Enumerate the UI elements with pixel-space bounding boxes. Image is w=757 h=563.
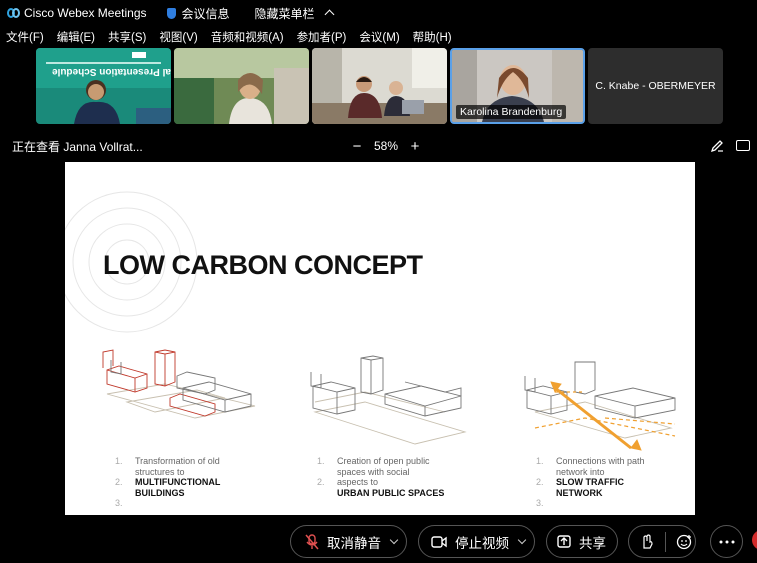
- zoom-in-button[interactable]: +: [408, 138, 422, 155]
- menu-edit[interactable]: 编辑(E): [57, 29, 95, 45]
- caption-text: Creation of open public: [337, 456, 430, 466]
- caption-keyword: SLOW TRAFFIC: [556, 477, 624, 487]
- video-tile-1[interactable]: Final Presentation Schedule: [36, 48, 171, 124]
- caption-keyword: URBAN PUBLIC SPACES: [337, 487, 445, 498]
- divider: [665, 531, 666, 552]
- raise-hand-icon[interactable]: [641, 534, 653, 549]
- caption-number: 3.: [115, 498, 123, 508]
- shared-slide: LOW CARBON CONCEPT 1. Transformation of …: [65, 162, 695, 515]
- unmute-label: 取消静音: [327, 535, 381, 551]
- annotate-pen-icon[interactable]: [710, 139, 724, 153]
- viewing-label: 正在查看 Janna Vollrat...: [12, 139, 143, 154]
- menu-file[interactable]: 文件(F): [6, 29, 44, 45]
- zoom-out-button[interactable]: −: [350, 138, 364, 155]
- caption-text: aspects to: [337, 477, 379, 487]
- caption-number: 1.: [317, 456, 325, 466]
- caption-text: spaces with social: [337, 466, 410, 477]
- video-tile-4[interactable]: Karolina Brandenburg: [450, 48, 585, 124]
- menu-audio-video[interactable]: 音频和视频(A): [211, 29, 284, 45]
- app-title: Cisco Webex Meetings: [24, 6, 147, 20]
- caption-keyword: BUILDINGS: [135, 487, 185, 498]
- caption-urban-public: 1. Creation of open public spaces with s…: [317, 456, 477, 498]
- meeting-toolbar: 取消静音 停止视频 共享: [0, 517, 757, 563]
- title-bar: Cisco Webex Meetings 会议信息 隐藏菜单栏: [0, 0, 757, 26]
- caption-number: 1.: [536, 456, 544, 466]
- caption-number: 2.: [317, 477, 325, 487]
- menu-meeting[interactable]: 会议(M): [359, 29, 399, 45]
- chevron-up-icon: [324, 9, 335, 19]
- menu-view[interactable]: 视图(V): [159, 29, 197, 45]
- video-feed-presenter: [36, 48, 171, 124]
- diagram-urban-public: [310, 355, 467, 445]
- video-feed-participant-3: [312, 48, 447, 124]
- slide-text-mirrored: Final Presentation Schedule: [52, 66, 171, 77]
- caption-number: 2.: [115, 477, 123, 487]
- menu-help[interactable]: 帮助(H): [413, 29, 452, 45]
- video-feed-participant-2: [174, 48, 309, 124]
- caption-keyword: MULTIFUNCTIONAL: [135, 477, 221, 487]
- chevron-down-icon[interactable]: [517, 535, 527, 545]
- menu-share[interactable]: 共享(S): [108, 29, 146, 45]
- stop-video-button[interactable]: 停止视频: [418, 525, 535, 558]
- reactions-group: [628, 525, 696, 558]
- more-options-button[interactable]: [710, 525, 743, 558]
- caption-text: structures to: [135, 466, 185, 477]
- caption-text: Connections with path: [556, 456, 645, 466]
- video-camera-icon: [431, 535, 447, 548]
- caption-slow-traffic: 1. Connections with path network into 2.…: [536, 456, 695, 508]
- menu-bar: 文件(F) 编辑(E) 共享(S) 视图(V) 音频和视频(A) 参加者(P) …: [0, 27, 757, 47]
- unmute-button[interactable]: 取消静音: [290, 525, 407, 558]
- video-strip: Final Presentation Schedule: [0, 47, 757, 125]
- shield-icon[interactable]: [166, 7, 176, 19]
- chevron-down-icon[interactable]: [389, 535, 399, 545]
- video-tile-2[interactable]: [174, 48, 309, 124]
- share-label: 共享: [579, 535, 606, 551]
- menu-participants[interactable]: 参加者(P): [297, 29, 347, 45]
- participant-name-karolina: Karolina Brandenburg: [456, 105, 567, 119]
- video-tile-5[interactable]: C. Knabe - OBERMEYER: [588, 48, 723, 124]
- caption-number: 1.: [115, 456, 123, 466]
- slide-title: LOW CARBON CONCEPT: [103, 250, 423, 280]
- share-button[interactable]: 共享: [546, 525, 618, 558]
- video-tile-3[interactable]: [312, 48, 447, 124]
- zoom-control: − 58% +: [350, 138, 422, 155]
- caption-number: 3.: [536, 498, 544, 508]
- caption-text: network into: [556, 466, 605, 477]
- mic-muted-icon: [305, 533, 319, 549]
- zoom-level[interactable]: 58%: [374, 139, 398, 153]
- diagram-multifunctional: [102, 349, 256, 419]
- caption-text: Transformation of old: [135, 456, 220, 466]
- emoji-reaction-icon[interactable]: [676, 534, 692, 550]
- stop-video-label: 停止视频: [455, 535, 509, 551]
- diagram-slow-traffic: [524, 361, 676, 451]
- hide-menu-button[interactable]: 隐藏菜单栏: [254, 5, 335, 22]
- hide-menu-label: 隐藏菜单栏: [254, 6, 315, 21]
- share-screen-icon: [557, 535, 571, 548]
- caption-multifunctional: 1. Transformation of old structures to 2…: [115, 456, 275, 508]
- caption-number: 2.: [536, 477, 544, 487]
- more-dots-icon: [719, 540, 734, 543]
- popout-window-icon[interactable]: [736, 140, 750, 151]
- webex-logo-icon: [7, 7, 20, 19]
- share-control-bar: 正在查看 Janna Vollrat... − 58% +: [0, 131, 757, 161]
- participant-name-cknabe: C. Knabe - OBERMEYER: [595, 80, 716, 92]
- caption-keyword: NETWORK: [556, 487, 603, 498]
- meeting-info-button[interactable]: 会议信息: [182, 5, 230, 22]
